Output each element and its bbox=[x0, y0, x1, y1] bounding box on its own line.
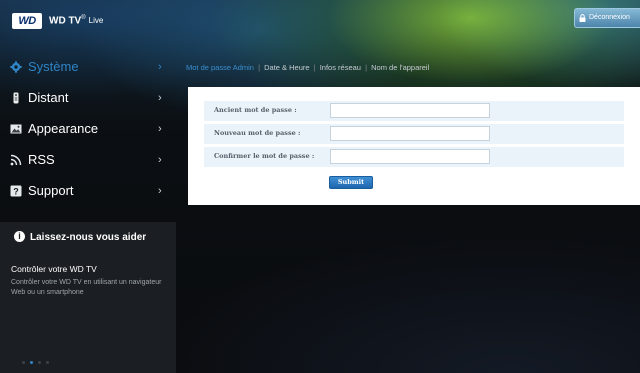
sidebar-item-label: Système bbox=[28, 59, 79, 74]
tab-network-info[interactable]: Infos réseau bbox=[320, 63, 361, 72]
help-panel: i Laissez-nous vous aider Contrôler votr… bbox=[0, 222, 176, 373]
tab-separator: | bbox=[258, 63, 261, 72]
sidebar-item-label: Appearance bbox=[28, 121, 99, 136]
confirm-password-row: Confirmer le mot de passe : bbox=[204, 147, 624, 167]
chevron-right-icon: › bbox=[158, 185, 162, 197]
wd-logo: WD bbox=[12, 13, 42, 29]
old-password-field[interactable] bbox=[330, 103, 490, 118]
old-password-row: Ancient mot de passe : bbox=[204, 101, 624, 121]
product-name: WD TV® Live bbox=[49, 15, 103, 26]
lock-icon bbox=[579, 14, 586, 22]
rss-icon bbox=[10, 154, 22, 166]
sidebar-item-appearance[interactable]: Appearance › bbox=[0, 114, 176, 144]
chevron-right-icon: › bbox=[158, 61, 162, 73]
help-description: Contrôler votre WD TV en utilisant un na… bbox=[11, 279, 162, 296]
tab-admin-password[interactable]: Mot de passe Admin bbox=[186, 63, 254, 72]
sidebar-item-label: Distant bbox=[28, 90, 69, 105]
carousel-dot[interactable] bbox=[22, 361, 25, 364]
help-heading: i Laissez-nous vous aider bbox=[14, 231, 147, 243]
tab-date-time[interactable]: Date & Heure bbox=[264, 63, 309, 72]
brand-text: WD TV bbox=[49, 15, 82, 27]
sidebar-item-label: RSS bbox=[28, 152, 55, 167]
trademark-mark: ® bbox=[81, 15, 86, 21]
tab-separator: | bbox=[313, 63, 316, 72]
sidebar-item-label: Support bbox=[28, 183, 74, 198]
carousel-dot[interactable] bbox=[46, 361, 49, 364]
tab-device-name[interactable]: Nom de l'appareil bbox=[371, 63, 429, 72]
question-icon: ? bbox=[10, 185, 22, 197]
submit-button[interactable]: Submit bbox=[329, 176, 373, 189]
tab-separator: | bbox=[365, 63, 368, 72]
settings-tabs: Mot de passe Admin | Date & Heure | Info… bbox=[186, 62, 640, 82]
password-form: Ancient mot de passe : Nouveau mot de pa… bbox=[188, 87, 640, 205]
remote-icon bbox=[13, 92, 19, 104]
new-password-row: Nouveau mot de passe : bbox=[204, 124, 624, 144]
info-icon: i bbox=[14, 231, 25, 242]
svg-text:?: ? bbox=[13, 187, 19, 197]
help-heading-text: Laissez-nous vous aider bbox=[30, 232, 147, 243]
gear-icon bbox=[10, 61, 22, 73]
help-title[interactable]: Contrôler votre WD TV bbox=[11, 264, 97, 274]
chevron-right-icon: › bbox=[158, 123, 162, 135]
new-password-label: Nouveau mot de passe : bbox=[214, 129, 301, 137]
sidebar-item-distant[interactable]: Distant › bbox=[0, 83, 176, 113]
content-background bbox=[180, 205, 640, 373]
new-password-field[interactable] bbox=[330, 126, 490, 141]
logout-button[interactable]: Déconnexion bbox=[574, 8, 640, 28]
sidebar-item-systeme[interactable]: Système › bbox=[0, 52, 176, 82]
edition-text: Live bbox=[88, 16, 104, 26]
chevron-right-icon: › bbox=[158, 154, 162, 166]
old-password-label: Ancient mot de passe : bbox=[214, 106, 297, 114]
carousel-dots bbox=[22, 361, 54, 367]
sidebar-item-support[interactable]: ? Support › bbox=[0, 176, 176, 206]
sidebar-item-rss[interactable]: RSS › bbox=[0, 145, 176, 175]
confirm-password-label: Confirmer le mot de passe : bbox=[214, 152, 315, 160]
logout-label: Déconnexion bbox=[589, 14, 630, 21]
chevron-right-icon: › bbox=[158, 92, 162, 104]
sidebar: Système › Distant › Appearance › RSS › ?… bbox=[0, 47, 176, 373]
header: WD WD TV® Live Déconnexion bbox=[0, 0, 640, 40]
confirm-password-field[interactable] bbox=[330, 149, 490, 164]
carousel-dot[interactable] bbox=[38, 361, 41, 364]
image-icon bbox=[10, 124, 22, 134]
carousel-dot-active[interactable] bbox=[30, 361, 33, 364]
